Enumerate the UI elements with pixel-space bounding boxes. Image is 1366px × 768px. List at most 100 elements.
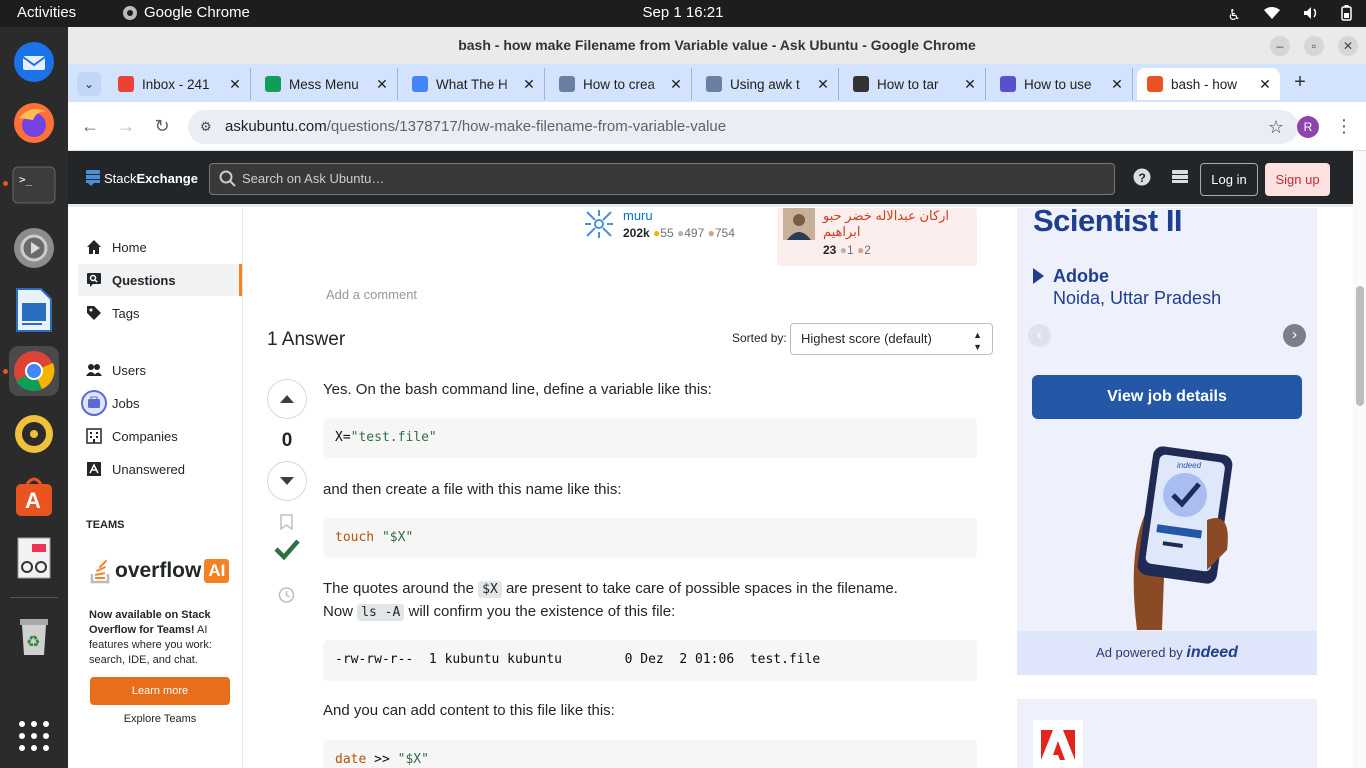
close-tab-icon[interactable]: ✕ xyxy=(961,76,979,93)
close-tab-icon[interactable]: ✕ xyxy=(520,76,538,93)
avatar[interactable] xyxy=(583,208,615,240)
explore-teams-link[interactable]: Explore Teams xyxy=(90,713,230,725)
close-window-button[interactable]: ✕ xyxy=(1338,36,1358,56)
sidebar-item-questions[interactable]: Questions xyxy=(78,264,242,296)
site-switcher-icon[interactable] xyxy=(1171,168,1189,191)
close-tab-icon[interactable]: ✕ xyxy=(373,76,391,93)
new-tab-button[interactable]: + xyxy=(1288,70,1312,94)
avatar[interactable] xyxy=(783,208,815,240)
reputation-score: 23 xyxy=(823,243,837,257)
forward-button[interactable]: → xyxy=(114,114,138,138)
close-tab-icon[interactable]: ✕ xyxy=(667,76,685,93)
sidebar-item-unanswered[interactable]: Unanswered xyxy=(78,453,242,485)
rhythmbox-icon[interactable] xyxy=(9,409,59,459)
scrollbar-thumb[interactable] xyxy=(1356,286,1364,406)
sort-select[interactable]: Highest score (default) ▲ ▼ xyxy=(790,323,993,355)
sidebar-item-users[interactable]: Users xyxy=(78,354,242,386)
sidebar-item-label: Questions xyxy=(112,272,176,288)
show-apps-icon[interactable] xyxy=(9,711,59,761)
sidebar-item-tags[interactable]: Tags xyxy=(78,297,242,329)
user-reputation: 202k ●55 ●497 ●754 xyxy=(623,226,735,240)
adobe-logo-icon[interactable] xyxy=(1033,720,1083,768)
ad-company: Adobe xyxy=(1053,266,1109,286)
document-viewer-icon[interactable] xyxy=(9,533,59,583)
settings-icon[interactable] xyxy=(9,223,59,273)
site-info-icon[interactable]: ⚙ xyxy=(200,110,212,144)
tab-title: Inbox - 241 xyxy=(142,76,210,92)
bookmark-icon[interactable] xyxy=(280,514,293,534)
upvote-button[interactable] xyxy=(267,379,307,419)
writer-icon[interactable] xyxy=(9,285,59,335)
close-tab-icon[interactable]: ✕ xyxy=(226,76,244,93)
address-bar[interactable]: ⚙ askubuntu.com/questions/1378717/how-ma… xyxy=(188,110,1298,144)
login-button[interactable]: Log in xyxy=(1200,163,1258,196)
history-icon[interactable] xyxy=(277,586,295,608)
svg-text:♻: ♻ xyxy=(26,632,40,651)
volume-icon[interactable] xyxy=(1303,6,1319,24)
app-center-icon[interactable]: A xyxy=(9,471,59,521)
unanswered-icon xyxy=(86,461,102,477)
profile-avatar[interactable]: R xyxy=(1297,116,1319,138)
select-arrows-icon-down: ▼ xyxy=(973,342,982,352)
browser-tab[interactable]: Mess Menu ✕ xyxy=(255,68,398,100)
answer-paragraph: And you can add content to this file lik… xyxy=(323,702,615,719)
browser-tab[interactable]: How to use ✕ xyxy=(990,68,1133,100)
bookmark-star-icon[interactable]: ☆ xyxy=(1268,110,1284,144)
browser-tab[interactable]: What The H ✕ xyxy=(402,68,545,100)
browser-tab[interactable]: bash - how ✕ xyxy=(1137,68,1280,100)
user-card-editor: اركان عبدالاله خضر حبو ابراهيم 23 ●1 ●2 xyxy=(777,208,977,266)
clock[interactable]: Sep 1 16:21 xyxy=(0,4,1366,21)
page-scrollbar[interactable] xyxy=(1353,151,1366,768)
add-comment-link[interactable]: Add a comment xyxy=(326,287,417,302)
play-triangle-icon xyxy=(1033,268,1044,284)
system-tray[interactable]: ♿︎ xyxy=(1228,5,1352,25)
view-job-details-button[interactable]: View job details xyxy=(1032,375,1302,419)
site-search-input[interactable]: Search on Ask Ubuntu… xyxy=(209,163,1115,195)
stackexchange-logo[interactable]: StackExchange xyxy=(86,170,198,186)
sidebar-item-jobs[interactable]: Jobs xyxy=(78,387,242,419)
firefox-icon[interactable] xyxy=(9,98,59,148)
jobs-icon xyxy=(81,390,107,416)
sidebar-item-home[interactable]: Home xyxy=(78,231,242,263)
trash-icon[interactable]: ♻ xyxy=(9,610,59,660)
user-name-link[interactable]: muru xyxy=(623,208,653,223)
chrome-icon[interactable] xyxy=(9,346,59,396)
editor-name-link[interactable]: اركان عبدالاله خضر حبو ابراهيم xyxy=(823,208,973,240)
arrow-down-icon xyxy=(280,477,294,485)
learn-more-button[interactable]: Learn more xyxy=(90,677,230,705)
thunderbird-icon[interactable] xyxy=(9,36,59,86)
ad-location: Noida, Uttar Pradesh xyxy=(1053,288,1222,308)
overflow-text: overflow xyxy=(115,559,202,582)
job-ad[interactable]: Scientist II Adobe Noida, Uttar Pradesh … xyxy=(1017,203,1317,675)
browser-tab[interactable]: How to crea ✕ xyxy=(549,68,692,100)
minimize-button[interactable]: – xyxy=(1270,36,1290,56)
close-tab-icon[interactable]: ✕ xyxy=(1256,76,1274,93)
accepted-checkmark-icon xyxy=(274,538,300,564)
battery-icon[interactable] xyxy=(1341,5,1352,25)
maximize-button[interactable]: ▫ xyxy=(1304,36,1324,56)
main-content: muru 202k ●55 ●497 ●754 اركان عبدالاله خ… xyxy=(243,208,1003,768)
ad-job-title: Scientist II xyxy=(1033,203,1183,238)
terminal-icon[interactable]: >_ xyxy=(9,160,59,210)
wifi-icon[interactable] xyxy=(1263,6,1281,24)
downvote-button[interactable] xyxy=(267,461,307,501)
chrome-menu-icon[interactable]: ⋮ xyxy=(1332,114,1356,138)
close-tab-icon[interactable]: ✕ xyxy=(814,76,832,93)
search-icon xyxy=(219,164,237,199)
back-button[interactable]: ← xyxy=(78,114,102,138)
code-block: date >> "$X" xyxy=(323,740,977,768)
accessibility-icon[interactable]: ♿︎ xyxy=(1228,6,1241,24)
signup-button[interactable]: Sign up xyxy=(1265,163,1330,196)
browser-tab[interactable]: Using awk t ✕ xyxy=(696,68,839,100)
browser-tab[interactable]: Inbox - 241 ✕ xyxy=(108,68,251,100)
window-title-bar[interactable]: bash - how make Filename from Variable v… xyxy=(68,27,1366,64)
browser-tab[interactable]: How to tar ✕ xyxy=(843,68,986,100)
carousel-prev-button[interactable]: ‹ xyxy=(1028,324,1051,347)
reload-button[interactable]: ↻ xyxy=(150,114,174,138)
carousel-next-button[interactable]: › xyxy=(1283,324,1306,347)
close-tab-icon[interactable]: ✕ xyxy=(1108,76,1126,93)
ai-badge: AI xyxy=(204,559,230,583)
sidebar-item-companies[interactable]: Companies xyxy=(78,420,242,452)
help-icon[interactable]: ? xyxy=(1133,168,1151,191)
tab-search-button[interactable]: ⌄ xyxy=(77,72,101,96)
